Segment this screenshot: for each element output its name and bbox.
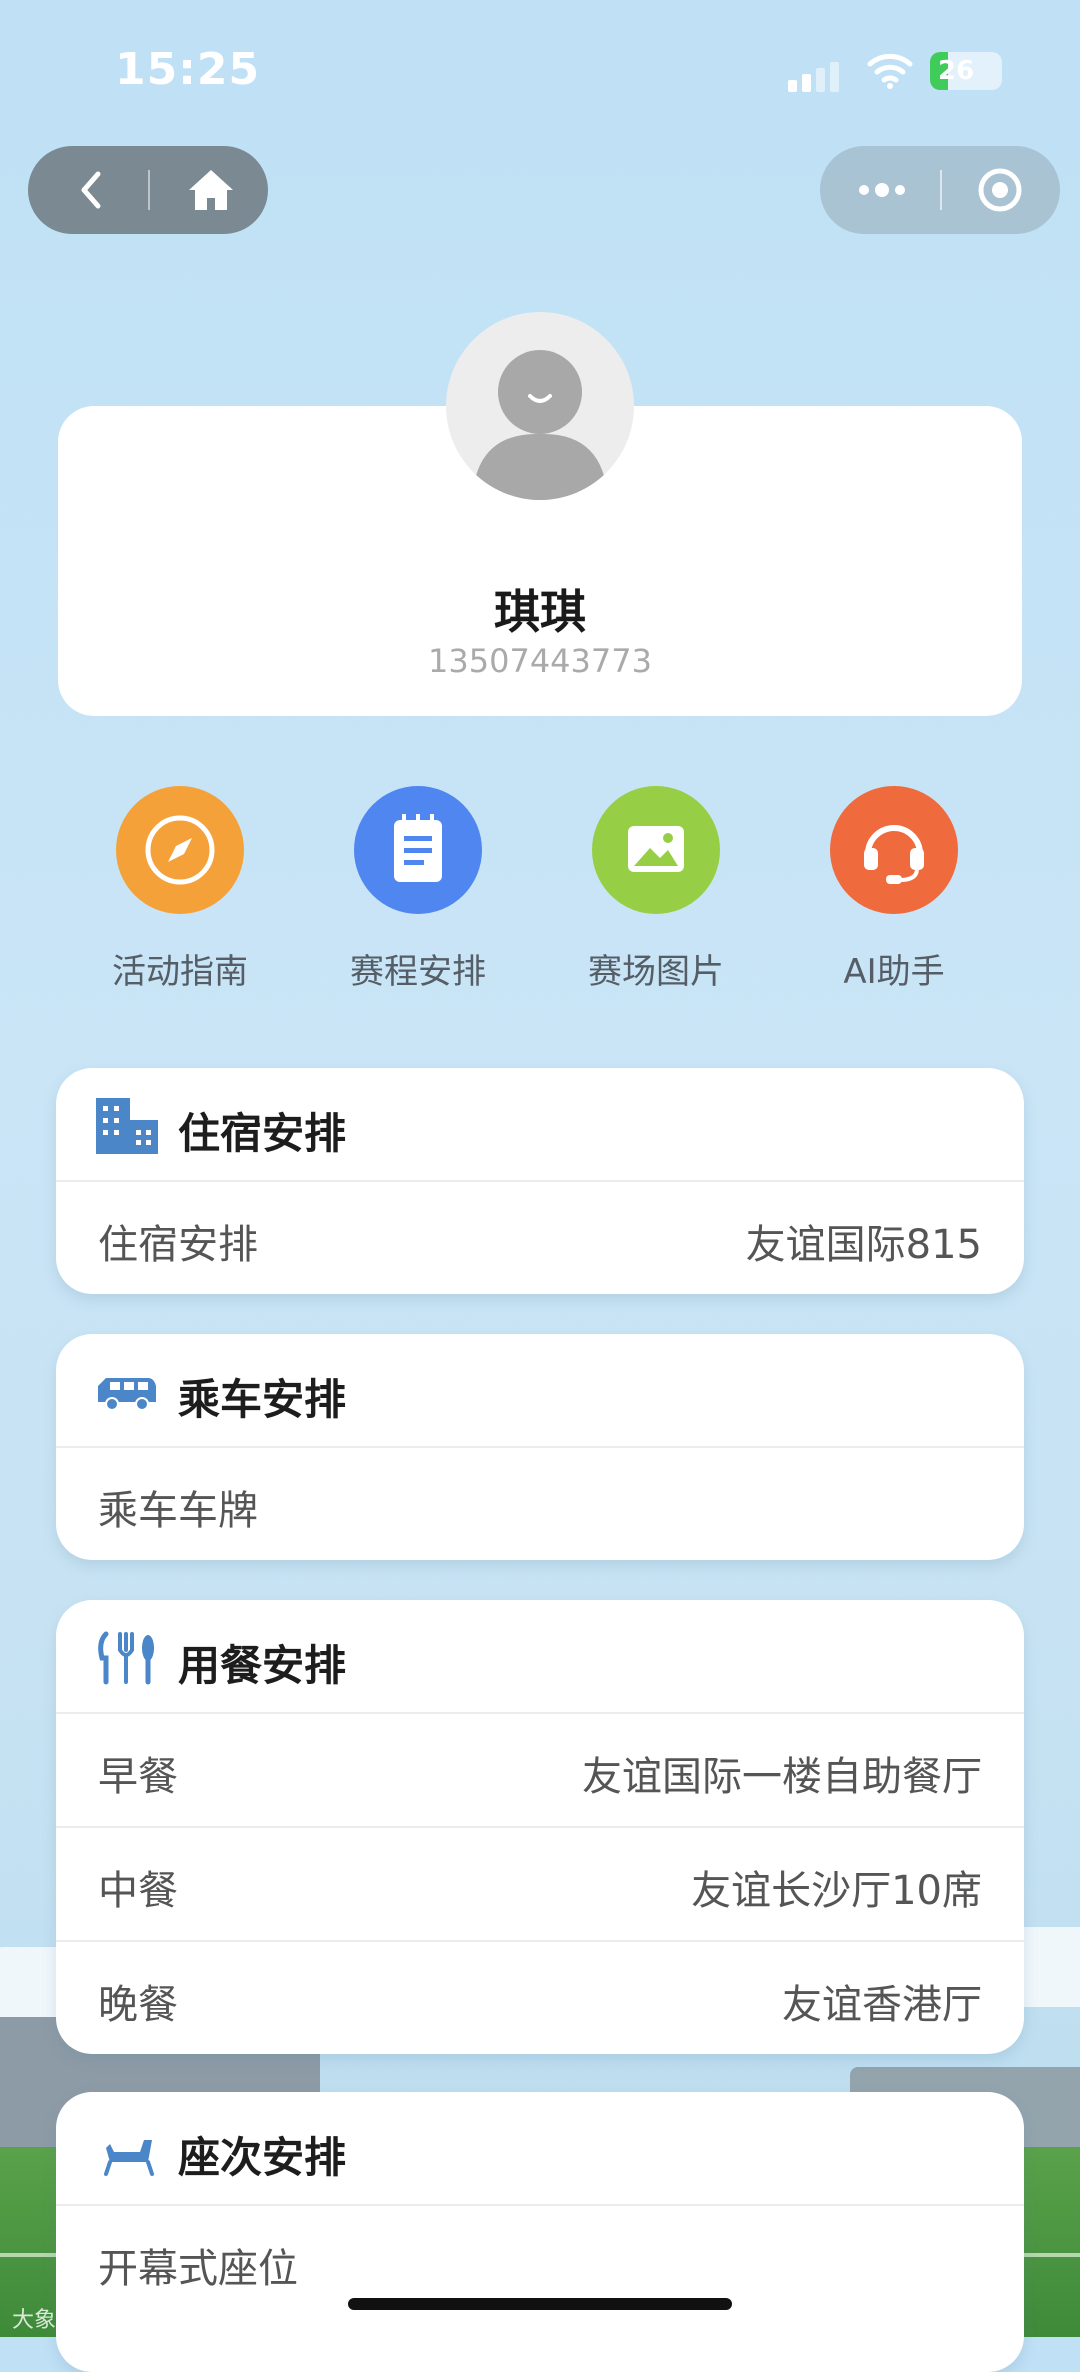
activity-guide-button[interactable]: 活动指南 bbox=[70, 786, 290, 993]
card-title: 乘车安排 bbox=[178, 1375, 347, 1424]
card-header: 乘车安排 bbox=[56, 1334, 1024, 1448]
quick-action-label: 赛程安排 bbox=[350, 952, 486, 992]
building-icon bbox=[96, 1098, 158, 1154]
cellular-signal-icon bbox=[788, 58, 844, 92]
ai-assistant-button[interactable]: AI助手 bbox=[784, 786, 1004, 993]
quick-action-label: 赛场图片 bbox=[588, 952, 724, 992]
user-name: 琪琪 bbox=[494, 585, 586, 639]
row-label: 乘车车牌 bbox=[98, 1488, 258, 1534]
van-icon bbox=[98, 1378, 156, 1411]
card-header: 用餐安排 bbox=[56, 1600, 1024, 1714]
card-header: 座次安排 bbox=[56, 2092, 1024, 2206]
dining-card: 用餐安排 早餐 友谊国际一楼自助餐厅 中餐 友谊长沙厅10席 晚餐 友谊香港厅 bbox=[56, 1600, 1024, 2054]
row-value: 友谊国际815 bbox=[745, 1222, 982, 1268]
watermark: 大象跨境 bbox=[12, 2308, 101, 2333]
row-value: 友谊长沙厅10席 bbox=[691, 1868, 982, 1914]
breakfast-row: 早餐 友谊国际一楼自助餐厅 bbox=[56, 1714, 1024, 1828]
row-value: 友谊香港厅 bbox=[782, 1982, 982, 2028]
schedule-button[interactable]: 赛程安排 bbox=[308, 786, 528, 993]
wifi-icon bbox=[867, 53, 913, 89]
row-label: 晚餐 bbox=[98, 1982, 178, 2028]
dinner-row: 晚餐 友谊香港厅 bbox=[56, 1942, 1024, 2054]
quick-actions: 活动指南 赛程安排 赛场图片 AI助手 bbox=[0, 786, 1080, 996]
avatar[interactable] bbox=[446, 312, 634, 500]
lodging-card: 住宿安排 住宿安排 友谊国际815 bbox=[56, 1068, 1024, 1294]
transport-card: 乘车安排 乘车车牌 bbox=[56, 1334, 1024, 1560]
home-icon[interactable] bbox=[183, 162, 239, 218]
row-label: 早餐 bbox=[98, 1754, 178, 1800]
home-indicator[interactable] bbox=[348, 2298, 732, 2310]
row-label: 住宿安排 bbox=[98, 1222, 258, 1268]
image-icon bbox=[592, 786, 720, 914]
headset-icon bbox=[830, 786, 958, 914]
lodging-row: 住宿安排 友谊国际815 bbox=[56, 1182, 1024, 1294]
status-time: 15:25 bbox=[115, 44, 261, 95]
notepad-icon bbox=[354, 786, 482, 914]
card-title: 座次安排 bbox=[178, 2133, 347, 2182]
card-title: 住宿安排 bbox=[178, 1109, 347, 1158]
more-icon[interactable] bbox=[854, 164, 914, 216]
quick-action-label: AI助手 bbox=[843, 952, 945, 992]
card-title: 用餐安排 bbox=[178, 1641, 347, 1690]
utensils-icon bbox=[98, 1631, 154, 1685]
transport-row: 乘车车牌 bbox=[56, 1448, 1024, 1560]
close-miniprogram-icon[interactable] bbox=[974, 164, 1026, 216]
default-user-icon bbox=[472, 350, 608, 500]
miniprogram-capsule bbox=[820, 146, 1060, 234]
back-icon[interactable] bbox=[66, 164, 118, 216]
compass-icon bbox=[116, 786, 244, 914]
battery-icon: 26 bbox=[930, 52, 1002, 90]
card-header: 住宿安排 bbox=[56, 1068, 1024, 1182]
row-label: 开幕式座位 bbox=[98, 2246, 298, 2292]
battery-level: 26 bbox=[938, 56, 975, 86]
lunch-row: 中餐 友谊长沙厅10席 bbox=[56, 1828, 1024, 1942]
user-phone: 13507443773 bbox=[428, 642, 652, 680]
row-label: 中餐 bbox=[98, 1868, 178, 1914]
row-value: 友谊国际一楼自助餐厅 bbox=[582, 1754, 982, 1800]
quick-action-label: 活动指南 bbox=[112, 952, 248, 992]
nav-capsule bbox=[28, 146, 268, 234]
seating-card: 座次安排 开幕式座位 bbox=[56, 2092, 1024, 2372]
status-bar: 15:25 26 bbox=[0, 0, 1080, 140]
seat-icon bbox=[104, 2140, 154, 2176]
venue-photos-button[interactable]: 赛场图片 bbox=[546, 786, 766, 993]
